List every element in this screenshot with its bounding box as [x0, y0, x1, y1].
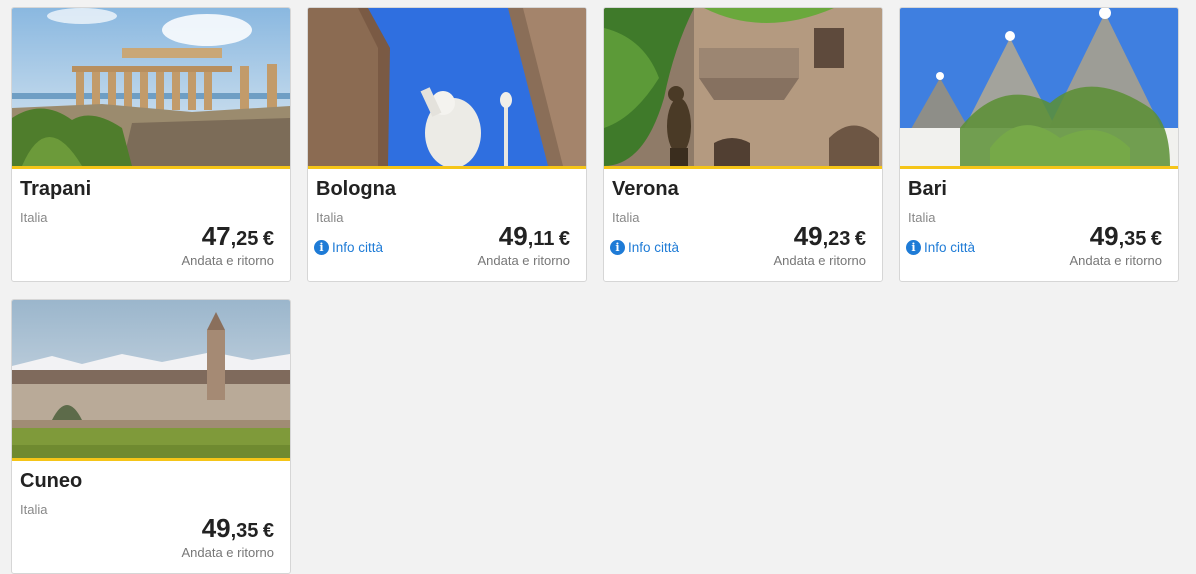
city-name: Trapani [20, 178, 92, 200]
trip-type: Andata e ritorno [477, 253, 570, 268]
cuneo-photo [12, 300, 290, 458]
price: 49,11 € [499, 221, 570, 252]
card-accent-bar [900, 166, 1178, 169]
destination-card-verona[interactable]: Verona Italia i Info città 49,23 € Andat… [603, 7, 883, 282]
price-currency: € [1150, 228, 1162, 250]
price-currency: € [558, 228, 570, 250]
card-accent-bar [308, 166, 586, 169]
price-integer: 47 [201, 221, 231, 251]
price-integer: 49 [1089, 221, 1119, 251]
destination-card-bari[interactable]: Bari Italia i Info città 49,35 € Andata … [899, 7, 1179, 282]
country-name: Italia [20, 210, 48, 225]
info-city-link[interactable]: i Info città [314, 240, 383, 255]
bologna-photo [308, 8, 586, 166]
info-circle-icon: i [906, 240, 921, 255]
price-decimal: ,11 [527, 228, 555, 250]
card-accent-bar [12, 166, 290, 169]
price-decimal: ,23 [822, 228, 851, 250]
country-name: Italia [316, 210, 344, 225]
price: 47,25 € [202, 221, 274, 252]
card-accent-bar [12, 458, 290, 461]
info-circle-icon: i [610, 240, 625, 255]
destination-card-trapani[interactable]: Trapani Italia 47,25 € Andata e ritorno [11, 7, 291, 282]
trip-type: Andata e ritorno [181, 253, 274, 268]
trip-type: Andata e ritorno [773, 253, 866, 268]
city-name: Cuneo [20, 470, 83, 492]
country-name: Italia [612, 210, 640, 225]
price-integer: 49 [201, 513, 231, 543]
city-name: Verona [612, 178, 679, 200]
trip-type: Andata e ritorno [181, 545, 274, 560]
trip-type: Andata e ritorno [1069, 253, 1162, 268]
price-decimal: ,25 [230, 228, 259, 250]
price-currency: € [262, 520, 274, 542]
card-accent-bar [604, 166, 882, 169]
price-integer: 49 [498, 221, 528, 251]
verona-photo [604, 8, 882, 166]
country-name: Italia [908, 210, 936, 225]
country-name: Italia [20, 502, 48, 517]
info-circle-icon: i [314, 240, 329, 255]
destination-card-cuneo[interactable]: Cuneo Italia 49,35 € Andata e ritorno [11, 299, 291, 574]
destination-card-bologna[interactable]: Bologna Italia i Info città 49,11 € Anda… [307, 7, 587, 282]
price: 49,23 € [794, 221, 866, 252]
price-integer: 49 [793, 221, 823, 251]
price-decimal: ,35 [1118, 228, 1147, 250]
trapani-photo [12, 8, 290, 166]
price-currency: € [262, 228, 274, 250]
info-city-link[interactable]: i Info città [610, 240, 679, 255]
info-city-label: Info città [924, 240, 976, 255]
price-currency: € [854, 228, 866, 250]
price: 49,35 € [1090, 221, 1162, 252]
city-name: Bari [908, 178, 947, 200]
info-city-label: Info città [628, 240, 680, 255]
bari-photo [900, 8, 1178, 166]
city-name: Bologna [316, 178, 396, 200]
info-city-link[interactable]: i Info città [906, 240, 975, 255]
price: 49,35 € [202, 513, 274, 544]
price-decimal: ,35 [230, 520, 259, 542]
info-city-label: Info città [332, 240, 384, 255]
